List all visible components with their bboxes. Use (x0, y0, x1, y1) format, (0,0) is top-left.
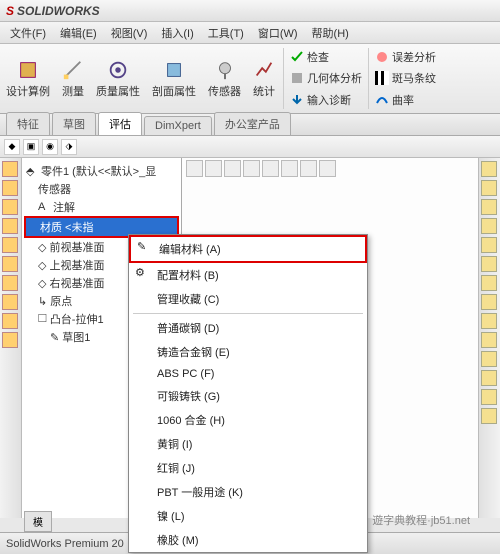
tab-dimxpert[interactable]: DimXpert (144, 116, 212, 135)
tab-features[interactable]: 特征 (6, 112, 50, 135)
menu-help[interactable]: 帮助(H) (306, 23, 355, 43)
annotation-icon: A (38, 201, 50, 213)
ribbon-section-props[interactable]: 剖面属性 (146, 44, 202, 113)
ctx-mat-cast-alloy[interactable]: 铸造合金钢 (E) (129, 340, 367, 364)
ctx-separator (133, 313, 363, 314)
config-icon: ⚙ (135, 266, 149, 280)
material-context-menu: ✎编辑材料 (A) ⚙配置材料 (B) 管理收藏 (C) 普通碳钢 (D) 铸造… (128, 234, 368, 553)
tab-sketch[interactable]: 草图 (52, 112, 96, 135)
ctx-mat-rubber[interactable]: 橡胶 (M) (129, 528, 367, 552)
right-tool-icon[interactable] (481, 199, 497, 215)
right-tool-icon[interactable] (481, 161, 497, 177)
view-tool-icon[interactable] (186, 160, 203, 177)
tab-evaluate[interactable]: 评估 (98, 112, 142, 135)
status-text: SolidWorks Premium 20 (6, 538, 124, 550)
right-tool-icon[interactable] (481, 313, 497, 329)
view-tool-icon[interactable] (281, 160, 298, 177)
view-tool-icon[interactable] (319, 160, 336, 177)
main-menu: 文件(F) 编辑(E) 视图(V) 插入(I) 工具(T) 窗口(W) 帮助(H… (0, 22, 500, 44)
ribbon-geometry-analysis[interactable]: 几何体分析 (290, 70, 362, 86)
view-toolbar (186, 160, 336, 177)
left-tool-icon[interactable] (2, 199, 18, 215)
right-tool-icon[interactable] (481, 370, 497, 386)
left-tool-icon[interactable] (2, 332, 18, 348)
right-tool-icon[interactable] (481, 389, 497, 405)
ctx-configure-material[interactable]: ⚙配置材料 (B) (129, 263, 367, 287)
ribbon-statistics[interactable]: 统计 (247, 44, 281, 113)
bottom-tab-model[interactable]: 模 (24, 511, 52, 532)
ctx-mat-1060-alloy[interactable]: 1060 合金 (H) (129, 408, 367, 432)
left-tool-icon[interactable] (2, 294, 18, 310)
panel-tab-icon[interactable]: ◆ (4, 139, 20, 155)
view-tool-icon[interactable] (205, 160, 222, 177)
watermark: 遊字典教程·jb51.net (372, 512, 470, 528)
left-tool-strip (0, 158, 22, 518)
menu-insert[interactable]: 插入(I) (155, 23, 199, 43)
ctx-mat-nickel[interactable]: 镍 (L) (129, 504, 367, 528)
menu-file[interactable]: 文件(F) (4, 23, 52, 43)
ribbon-zebra-stripes[interactable]: 斑马条纹 (375, 70, 436, 86)
tree-root[interactable]: ⬘零件1 (默认<<默认>_显 (24, 162, 179, 180)
right-tool-icon[interactable] (481, 256, 497, 272)
view-tool-icon[interactable] (224, 160, 241, 177)
right-tool-strip (478, 158, 500, 518)
right-tool-icon[interactable] (481, 218, 497, 234)
tab-office[interactable]: 办公室产品 (214, 112, 291, 135)
ribbon-import-diagnostics[interactable]: 输入诊断 (290, 92, 362, 108)
panel-tab-icon[interactable]: ⬗ (61, 139, 77, 155)
ribbon-mass-props[interactable]: 质量属性 (90, 44, 146, 113)
menu-view[interactable]: 视图(V) (105, 23, 154, 43)
ctx-mat-carbon-steel[interactable]: 普通碳钢 (D) (129, 316, 367, 340)
left-tool-icon[interactable] (2, 180, 18, 196)
panel-tab-icon[interactable]: ◉ (42, 139, 58, 155)
right-tool-icon[interactable] (481, 294, 497, 310)
panel-tab-icon[interactable]: ▣ (23, 139, 39, 155)
right-tool-icon[interactable] (481, 408, 497, 424)
menu-tools[interactable]: 工具(T) (202, 23, 250, 43)
ribbon-curvature[interactable]: 曲率 (375, 92, 436, 108)
ctx-manage-favorites[interactable]: 管理收藏 (C) (129, 287, 367, 311)
ribbon-sensor[interactable]: 传感器 (202, 44, 247, 113)
sw-logo-s: S (6, 4, 14, 18)
ribbon-deviation-analysis[interactable]: 误差分析 (375, 49, 436, 65)
feature-tabs: 特征 草图 评估 DimXpert 办公室产品 (0, 114, 500, 136)
ribbon-design-study[interactable]: 设计算例 (0, 44, 56, 113)
title-bar: S SOLIDWORKS (0, 0, 500, 22)
ctx-mat-copper[interactable]: 红铜 (J) (129, 456, 367, 480)
view-tool-icon[interactable] (243, 160, 260, 177)
left-tool-icon[interactable] (2, 161, 18, 177)
ribbon-measure[interactable]: 测量 (56, 44, 90, 113)
view-tool-icon[interactable] (300, 160, 317, 177)
panel-toolbar: ◆ ▣ ◉ ⬗ (0, 136, 500, 158)
left-tool-icon[interactable] (2, 275, 18, 291)
right-tool-icon[interactable] (481, 351, 497, 367)
part-icon: ⬘ (26, 165, 38, 177)
right-tool-icon[interactable] (481, 180, 497, 196)
tree-sensors[interactable]: 传感器 (24, 180, 179, 198)
right-tool-icon[interactable] (481, 237, 497, 253)
view-tool-icon[interactable] (262, 160, 279, 177)
ctx-mat-brass[interactable]: 黄铜 (I) (129, 432, 367, 456)
edit-icon: ✎ (137, 240, 151, 254)
left-tool-icon[interactable] (2, 256, 18, 272)
ribbon-check[interactable]: 检查 (290, 49, 362, 65)
ctx-mat-abs-pc[interactable]: ABS PC (F) (129, 364, 367, 384)
ctx-mat-pbt[interactable]: PBT 一般用途 (K) (129, 480, 367, 504)
left-tool-icon[interactable] (2, 313, 18, 329)
left-tool-icon[interactable] (2, 218, 18, 234)
ribbon: 设计算例 测量 质量属性 剖面属性 传感器 统计 检查 几何体分析 输入诊断 误… (0, 44, 500, 114)
right-tool-icon[interactable] (481, 332, 497, 348)
tree-annotations[interactable]: A注解 (24, 198, 179, 216)
menu-edit[interactable]: 编辑(E) (54, 23, 103, 43)
left-tool-icon[interactable] (2, 237, 18, 253)
right-tool-icon[interactable] (481, 275, 497, 291)
bottom-tabs: 模 (24, 511, 52, 532)
ctx-mat-malleable-iron[interactable]: 可锻铸铁 (G) (129, 384, 367, 408)
sw-logo-text: SOLIDWORKS (17, 4, 100, 18)
menu-window[interactable]: 窗口(W) (252, 23, 304, 43)
ctx-edit-material[interactable]: ✎编辑材料 (A) (129, 235, 367, 263)
